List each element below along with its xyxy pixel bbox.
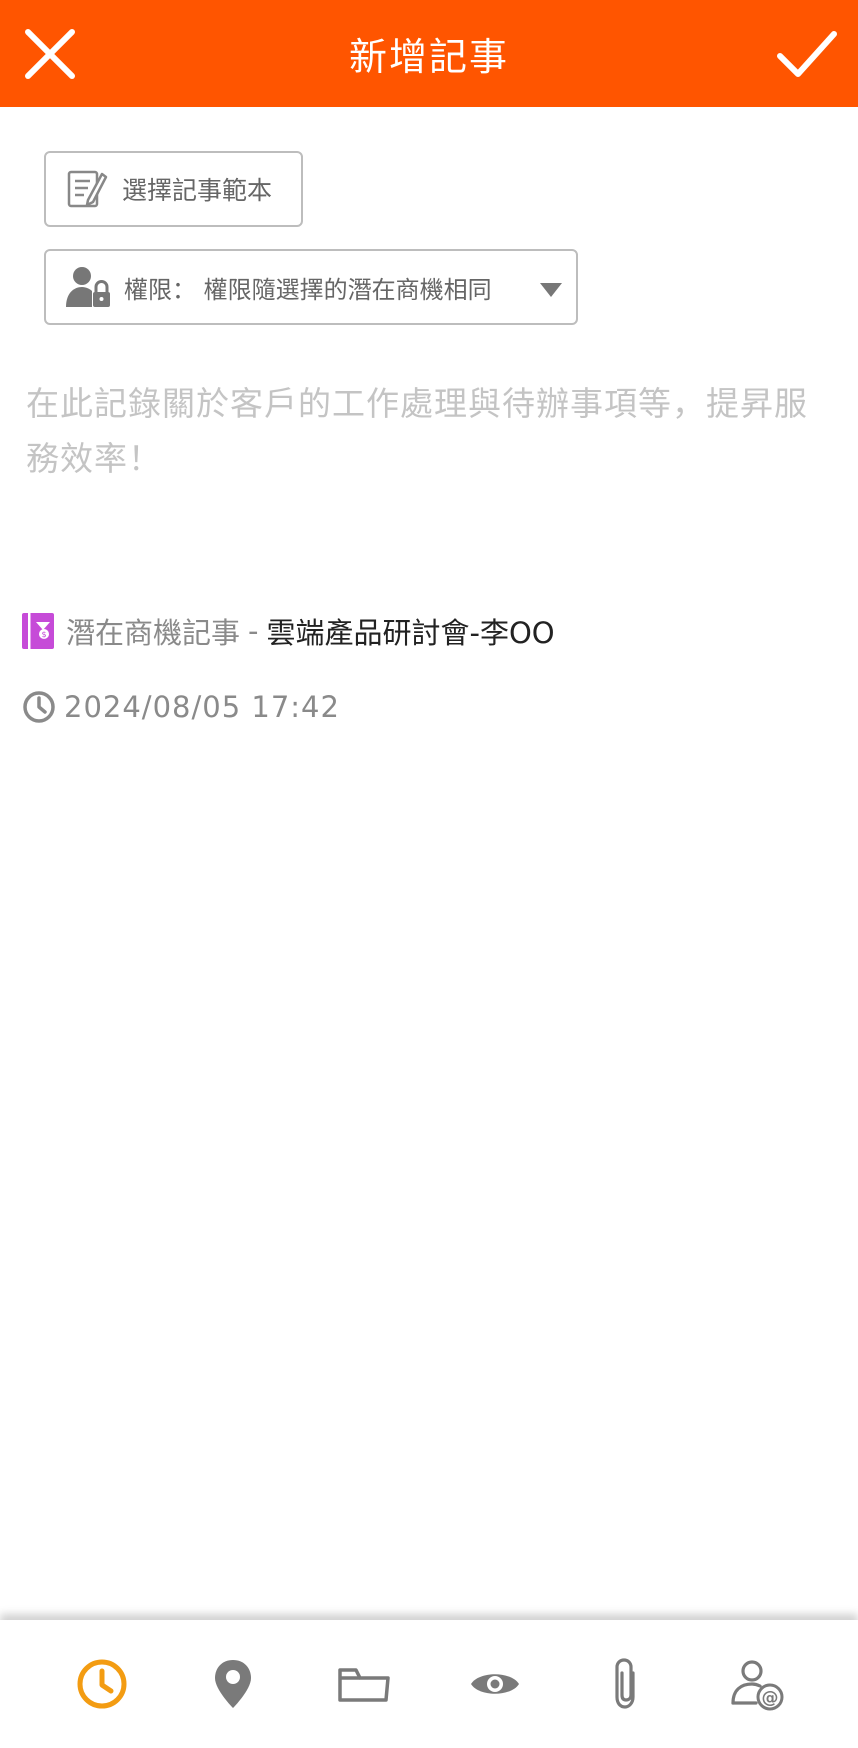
check-icon[interactable]: [774, 24, 840, 84]
toolbar-visibility-button[interactable]: [462, 1651, 528, 1717]
permission-select[interactable]: 權限： 權限隨選擇的潛在商機相同: [44, 249, 578, 325]
related-type-label: 潛在商機記事: [66, 616, 241, 650]
paperclip-icon: [614, 1658, 635, 1709]
select-template-button[interactable]: 選擇記事範本: [44, 151, 303, 227]
related-separator: -: [248, 614, 259, 648]
svg-text:@: @: [761, 1688, 778, 1708]
toolbar-mention-button[interactable]: @: [724, 1651, 790, 1717]
related-opportunity-name[interactable]: 雲端產品研討會-李OO: [266, 610, 554, 652]
toolbar-location-button[interactable]: [200, 1651, 266, 1717]
mention-user-icon: @: [730, 1660, 783, 1711]
toolbar-attachment-button[interactable]: [593, 1651, 659, 1717]
toolbar-folder-button[interactable]: [331, 1651, 397, 1717]
toolbar-reminder-button[interactable]: [69, 1651, 135, 1717]
user-lock-icon: [66, 267, 110, 307]
clock-icon: [23, 691, 55, 723]
page-title: 新增記事: [348, 35, 509, 79]
close-icon[interactable]: [22, 26, 78, 82]
opportunity-book-icon: $: [22, 613, 54, 649]
eye-icon: [470, 1674, 519, 1694]
location-pin-icon: [214, 1660, 251, 1708]
note-timestamp: 2024/08/05 17:42: [64, 690, 340, 724]
folder-icon: [337, 1668, 390, 1702]
permission-label: 權限： 權限隨選擇的潛在商機相同: [124, 275, 492, 304]
note-content-input[interactable]: [26, 376, 826, 546]
clock-icon: [77, 1659, 126, 1709]
note-time-row[interactable]: 2024/08/05 17:42: [22, 687, 340, 727]
related-opportunity-row: $ 潛在商機記事 - 雲端產品研討會-李OO: [22, 611, 555, 651]
svg-text:$: $: [41, 630, 46, 639]
bottom-toolbar: @: [0, 1620, 858, 1748]
note-edit-icon: [67, 170, 108, 208]
select-template-label: 選擇記事範本: [122, 176, 273, 205]
app-header: 新增記事: [0, 0, 858, 107]
caret-down-icon: [540, 283, 562, 297]
